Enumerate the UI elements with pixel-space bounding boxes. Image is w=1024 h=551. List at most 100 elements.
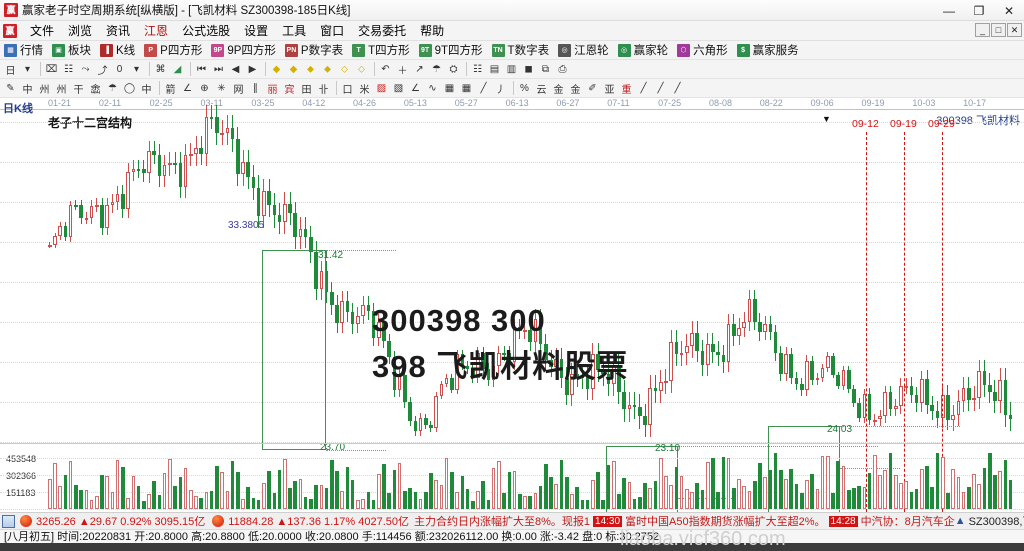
diamond5-icon[interactable]: ⬦ xyxy=(337,62,352,77)
calendar-icon[interactable]: ☷ xyxy=(470,62,485,77)
menu-item-1[interactable]: 浏览 xyxy=(61,20,99,41)
news-item-3[interactable]: 中汽协：8月汽车企 xyxy=(861,513,955,529)
trend-icon[interactable]: ↗ xyxy=(412,62,427,77)
menu-item-8[interactable]: 交易委托 xyxy=(351,20,413,41)
red-grid2-icon[interactable]: 宾 xyxy=(282,81,297,96)
grid2-icon[interactable]: 中 xyxy=(139,81,154,96)
toolbar-button-六角形[interactable]: ⬡ 六角形 xyxy=(677,42,728,58)
menu-item-6[interactable]: 工具 xyxy=(275,20,313,41)
fan2-icon[interactable]: 州 xyxy=(54,81,69,96)
cycle-up-icon[interactable]: ⤳ xyxy=(78,62,93,77)
diamond6-icon[interactable]: ⬦ xyxy=(354,62,369,77)
copy-icon[interactable]: ⧉ xyxy=(538,62,553,77)
status-symbol[interactable]: ▲ SZ300398,飞凯材料 xyxy=(955,513,1024,529)
diamond2-icon[interactable]: ◆ xyxy=(286,62,301,77)
menu-item-0[interactable]: 文件 xyxy=(23,20,61,41)
umbrella-icon[interactable]: ☂ xyxy=(429,62,444,77)
sub-icon[interactable]: 亚 xyxy=(602,81,617,96)
print-icon[interactable]: ⎙ xyxy=(555,62,570,77)
menu-item-5[interactable]: 设置 xyxy=(237,20,275,41)
binocular-icon[interactable]: ⛭ xyxy=(446,62,461,77)
table2-icon[interactable]: 田 xyxy=(299,81,314,96)
chart-area[interactable]: 01-21 02-11 02-25 03-11 03-25 04-12 04-26 05-13… xyxy=(0,98,1024,512)
fib-icon[interactable]: 箭 xyxy=(163,81,178,96)
save-icon[interactable]: ◼ xyxy=(521,62,536,77)
toolbar-button-P四方形[interactable]: P P四方形 xyxy=(144,42,202,58)
toolbar-button-行情[interactable]: ▦ 行情 xyxy=(4,42,43,58)
channel-icon[interactable]: ∥ xyxy=(248,81,263,96)
index-dropdown-icon[interactable]: ▾ xyxy=(129,62,144,77)
diamond3-icon[interactable]: ⬥ xyxy=(303,62,318,77)
mdi-maximize-button[interactable]: □ xyxy=(991,23,1006,37)
comb-icon[interactable]: 卝 xyxy=(316,81,331,96)
last-page-icon[interactable]: ⏭ xyxy=(211,62,226,77)
table-icon[interactable]: ▥ xyxy=(504,62,519,77)
slash2-icon[interactable]: ╱ xyxy=(653,81,668,96)
menu-item-2[interactable]: 资讯 xyxy=(99,20,137,41)
target-icon[interactable]: ⊕ xyxy=(197,81,212,96)
star-icon[interactable]: ✳ xyxy=(214,81,229,96)
box-blue-icon[interactable]: ▧ xyxy=(391,81,406,96)
undo-icon[interactable]: ↶ xyxy=(378,62,393,77)
diamond4-icon[interactable]: ⬥ xyxy=(320,62,335,77)
notes-icon[interactable]: ☷ xyxy=(61,62,76,77)
gold2-icon[interactable]: 重 xyxy=(619,81,634,96)
slope-icon[interactable]: ╱ xyxy=(476,81,491,96)
slash1-icon[interactable]: ╱ xyxy=(636,81,651,96)
pen2-icon[interactable]: ✐ xyxy=(585,81,600,96)
box-red-icon[interactable]: ▨ xyxy=(374,81,389,96)
zero-index-icon[interactable]: 0 xyxy=(112,62,127,77)
news-item-1[interactable]: 主力合约日内涨幅扩大至8%。现报1 xyxy=(414,513,590,529)
grid3-icon[interactable]: ▦ xyxy=(442,81,457,96)
toolbar-button-9P四方形[interactable]: 9P 9P四方形 xyxy=(211,42,276,58)
square-mark-icon[interactable]: 口 xyxy=(340,81,355,96)
magnet-icon[interactable]: ☂ xyxy=(105,81,120,96)
pen-icon[interactable]: ✎ xyxy=(3,81,18,96)
slash3-icon[interactable]: ╱ xyxy=(670,81,685,96)
percent-icon[interactable]: % xyxy=(517,81,532,96)
plus-icon[interactable]: ＋ xyxy=(395,62,410,77)
ruler-icon[interactable]: 丿 xyxy=(493,81,508,96)
news-item-2[interactable]: 富时中国A50指数期货涨幅扩大至超2%。 xyxy=(625,513,825,529)
toolbar-button-T数字表[interactable]: TN T数字表 xyxy=(491,42,549,58)
pct-line-icon[interactable]: 云 xyxy=(534,81,549,96)
menu-item-9[interactable]: 帮助 xyxy=(413,20,451,41)
grid4-icon[interactable]: ▦ xyxy=(459,81,474,96)
flag-icon[interactable]: ◢ xyxy=(170,62,185,77)
diamond1-icon[interactable]: ◆ xyxy=(269,62,284,77)
period-dropdown-icon[interactable]: ▾ xyxy=(20,62,35,77)
next-icon[interactable]: ▶ xyxy=(245,62,260,77)
index-sh-quote[interactable]: 3265.26 ▲29.67 0.92% 3095.15亿 xyxy=(36,513,205,529)
toolbar-button-9T四方形[interactable]: 9T 9T四方形 xyxy=(418,42,483,58)
day-period-icon[interactable]: 日 xyxy=(3,62,18,77)
spiral-icon[interactable]: 嵞 xyxy=(88,81,103,96)
ellipse-icon[interactable]: ◯ xyxy=(122,81,137,96)
mdi-restore-button[interactable]: _ xyxy=(975,23,990,37)
gold-line-icon[interactable]: 金 xyxy=(568,81,583,96)
menu-item-4[interactable]: 公式选股 xyxy=(175,20,237,41)
angle-icon[interactable]: ∠ xyxy=(180,81,195,96)
toolbar-button-江恩轮[interactable]: ◎ 江恩轮 xyxy=(558,42,609,58)
gann-box[interactable] xyxy=(262,250,326,450)
select-tool-icon[interactable]: ⌘ xyxy=(153,62,168,77)
angle2-icon[interactable]: ∠ xyxy=(408,81,423,96)
first-page-icon[interactable]: ⏮ xyxy=(194,62,209,77)
red-grid1-icon[interactable]: 丽 xyxy=(265,81,280,96)
prev-icon[interactable]: ◀ xyxy=(228,62,243,77)
toolbar-button-赢家轮[interactable]: ◎ 赢家轮 xyxy=(617,42,668,58)
cycle-down-icon[interactable]: ⤴ xyxy=(95,62,110,77)
index-sz-quote[interactable]: 11884.28 ▲137.36 1.17% 4027.50亿 xyxy=(228,513,409,529)
close-button[interactable]: ✕ xyxy=(994,0,1024,21)
report-icon[interactable]: ▤ xyxy=(487,62,502,77)
maximize-button[interactable]: ❐ xyxy=(964,0,994,21)
rays-icon[interactable]: 米 xyxy=(357,81,372,96)
matrix-icon[interactable]: 网 xyxy=(231,81,246,96)
menu-item-7[interactable]: 窗口 xyxy=(313,20,351,41)
toolbar-button-K线[interactable]: ▐ K线 xyxy=(100,42,135,58)
gold-circle-icon[interactable]: 金 xyxy=(551,81,566,96)
grid-fan-icon[interactable]: 中 xyxy=(20,81,35,96)
fan1-icon[interactable]: 州 xyxy=(37,81,52,96)
toolbar-button-P数字表[interactable]: PN P数字表 xyxy=(284,42,343,58)
crosshair-icon[interactable]: ⌧ xyxy=(44,62,59,77)
minimize-button[interactable]: — xyxy=(934,0,964,21)
